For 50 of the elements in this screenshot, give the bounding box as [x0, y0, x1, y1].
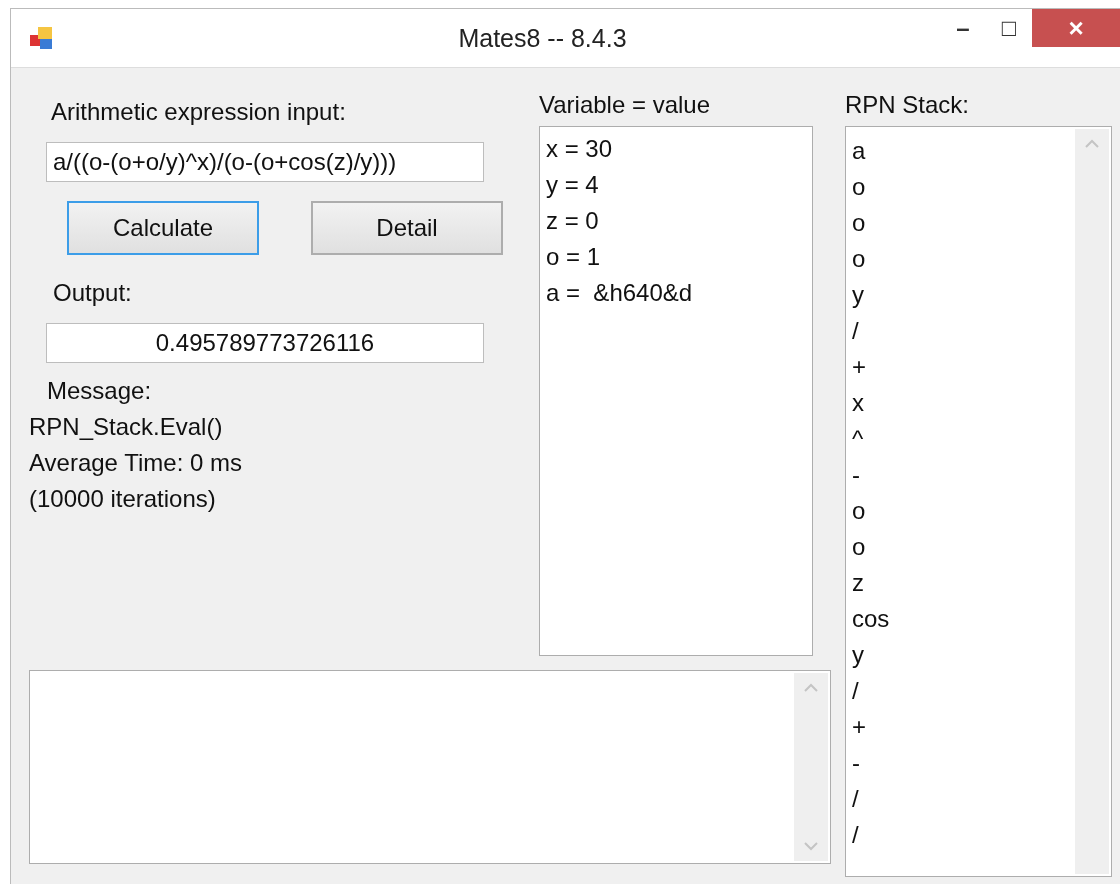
message-text: Average Time: 0 ms: [29, 448, 243, 478]
stack-item: o: [852, 172, 867, 202]
minimize-button[interactable]: –: [940, 9, 986, 47]
variable-line: o = 1: [546, 242, 602, 272]
stack-item: y: [852, 280, 865, 310]
stack-item: o: [852, 496, 867, 526]
output-field[interactable]: 0.495789773726116: [46, 323, 484, 363]
stack-item: y: [852, 640, 865, 670]
expression-field[interactable]: a/((o-(o+o/y)^x)/(o-(o+cos(z)/y))): [46, 142, 484, 182]
close-button[interactable]: ×: [1032, 9, 1120, 47]
stack-item: +: [852, 712, 867, 742]
variables-box[interactable]: x = 30 y = 4 z = 0 o = 1 a = &h640&d: [539, 126, 813, 656]
variable-line: x = 30: [546, 134, 614, 164]
stack-item: a: [852, 136, 867, 166]
stack-item: o: [852, 208, 867, 238]
scrollbar[interactable]: [1075, 129, 1109, 874]
variable-line: z = 0: [546, 206, 600, 236]
window-title: Mates8 -- 8.4.3: [458, 23, 627, 53]
stack-item: z: [852, 568, 865, 598]
scrollbar[interactable]: [794, 673, 828, 861]
maximize-button[interactable]: □: [986, 9, 1032, 47]
scroll-up-icon[interactable]: [1084, 139, 1100, 149]
stack-item: /: [852, 316, 860, 346]
variables-label: Variable = value: [539, 90, 711, 120]
message-text: RPN_Stack.Eval(): [29, 412, 224, 442]
stack-item: /: [852, 784, 860, 814]
stack-item: x: [852, 388, 865, 418]
expression-label: Arithmetic expression input:: [51, 98, 347, 126]
scroll-up-icon[interactable]: [803, 683, 819, 693]
variable-line: y = 4: [546, 170, 600, 200]
stack-item: o: [852, 244, 867, 274]
stack-item: o: [852, 532, 867, 562]
message-text: (10000 iterations): [29, 484, 217, 514]
calculate-button[interactable]: Calculate: [67, 201, 259, 255]
stack-item: -: [852, 460, 861, 490]
detail-button[interactable]: Detail: [311, 201, 503, 255]
stack-item: /: [852, 676, 860, 706]
rpn-stack-label: RPN Stack:: [845, 90, 971, 120]
variable-line: a = &h640&d: [546, 278, 693, 308]
rpn-stack-box[interactable]: a o o o y / + x ^ - o o z cos y / + - / /: [845, 126, 1112, 877]
stack-item: +: [852, 352, 867, 382]
output-label: Output:: [53, 279, 133, 307]
stack-item: /: [852, 820, 860, 850]
stack-item: -: [852, 748, 861, 778]
message-label: Message:: [47, 377, 153, 405]
details-text-area[interactable]: [29, 670, 831, 864]
scroll-down-icon[interactable]: [803, 841, 819, 851]
stack-item: cos: [852, 604, 890, 634]
app-icon: [29, 25, 55, 51]
stack-item: ^: [852, 424, 865, 454]
